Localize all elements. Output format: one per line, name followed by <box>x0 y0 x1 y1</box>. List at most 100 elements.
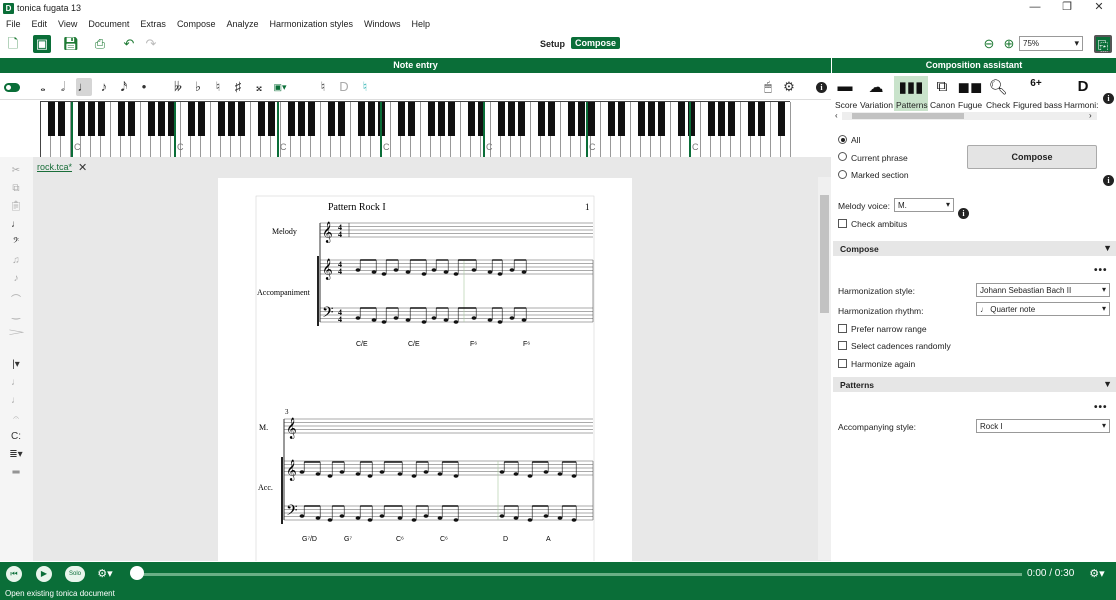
fugue-icon[interactable]: ◼◼ <box>957 78 983 96</box>
harmonization-icon[interactable]: D <box>1070 78 1096 95</box>
black-key[interactable] <box>588 102 595 136</box>
save-icon[interactable]: 💾︎ <box>62 35 80 53</box>
mode-variation-label[interactable]: Variation <box>860 100 893 110</box>
minimize-button[interactable]: — <box>1020 0 1050 17</box>
black-key[interactable] <box>298 102 305 136</box>
prefer-narrow-range-checkbox[interactable] <box>838 324 847 333</box>
patterns-section-header[interactable]: Patterns <box>833 377 1116 392</box>
patterns-icon[interactable]: ▮▮▮ <box>898 78 924 96</box>
scroll-right-icon[interactable]: › <box>1089 111 1092 120</box>
barline-icon[interactable]: |▾ <box>9 359 23 373</box>
scope-marked-section-radio[interactable] <box>838 170 847 179</box>
playback-position-handle[interactable] <box>130 566 144 580</box>
close-window-button[interactable]: ✕ <box>1084 0 1114 17</box>
menu-help[interactable]: Help <box>412 19 431 29</box>
black-key[interactable] <box>238 102 245 136</box>
mode-score-label[interactable]: Score <box>835 100 857 110</box>
document-tab[interactable]: rock.tca* <box>37 162 72 172</box>
beam-icon[interactable]: ♫ <box>9 255 23 269</box>
select-cadences-randomly-checkbox[interactable] <box>838 341 847 350</box>
slur-icon[interactable]: ⌒ <box>9 291 23 306</box>
assistant-toggle-icon[interactable]: ⎘ <box>1094 35 1112 53</box>
black-key[interactable] <box>518 102 525 136</box>
black-key[interactable] <box>468 102 475 136</box>
zoom-in-icon[interactable]: ⊕ <box>1000 35 1018 53</box>
black-key[interactable] <box>198 102 205 136</box>
black-key[interactable] <box>748 102 755 136</box>
canon-icon[interactable]: ⧉ <box>929 78 955 95</box>
patterns-more-icon[interactable]: ••• <box>1094 402 1108 413</box>
black-key[interactable] <box>708 102 715 136</box>
rewind-icon[interactable]: ⏮ <box>6 566 22 582</box>
black-key[interactable] <box>778 102 785 136</box>
black-key[interactable] <box>498 102 505 136</box>
harmonize-again-checkbox[interactable] <box>838 359 847 368</box>
double-flat-icon[interactable]: 𝄫 <box>170 78 186 96</box>
black-key[interactable] <box>98 102 105 136</box>
mode-fugue-label[interactable]: Fugue <box>958 100 982 110</box>
black-key[interactable] <box>648 102 655 136</box>
menu-file[interactable]: File <box>6 19 21 29</box>
scope-current-phrase-radio[interactable] <box>838 152 847 161</box>
mouse-icon[interactable]: 🖱︎ <box>760 78 776 96</box>
tie-select-icon[interactable]: ▣▾ <box>272 78 288 96</box>
stem-up-icon[interactable]: ♩ <box>9 377 23 391</box>
melody-voice-info-icon[interactable]: i <box>958 208 969 219</box>
black-key[interactable] <box>88 102 95 136</box>
black-key[interactable] <box>288 102 295 136</box>
piano-keyboard[interactable]: CCCCCCC <box>40 101 791 157</box>
black-key[interactable] <box>658 102 665 136</box>
harmonization-rhythm-select[interactable]: ♩ Quarter note <box>976 302 1110 316</box>
melody-voice-select[interactable]: M. <box>894 198 954 212</box>
playback-track[interactable] <box>137 573 1022 576</box>
black-key[interactable] <box>608 102 615 136</box>
stem-down-icon[interactable]: ♩ <box>9 395 23 409</box>
black-key[interactable] <box>638 102 645 136</box>
mode-canon-label[interactable]: Canon <box>930 100 955 110</box>
black-key[interactable] <box>78 102 85 136</box>
black-key[interactable] <box>218 102 225 136</box>
check-ambitus-checkbox[interactable] <box>838 219 847 228</box>
quarter-note-icon[interactable]: ♩ <box>76 78 92 96</box>
chord-symbol-icon[interactable]: ♮ <box>315 78 331 96</box>
black-key[interactable] <box>718 102 725 136</box>
menu-view[interactable]: View <box>58 19 77 29</box>
black-key[interactable] <box>118 102 125 136</box>
info-icon[interactable]: i <box>816 82 827 93</box>
staff-lines-icon[interactable]: ≣▾ <box>9 449 23 463</box>
black-key[interactable] <box>338 102 345 136</box>
eighth-note-icon[interactable]: ♪ <box>96 78 112 96</box>
undo-icon[interactable]: ↶ <box>120 35 138 53</box>
natural-icon[interactable]: ♮ <box>210 78 226 96</box>
redo-icon[interactable]: ↷ <box>142 35 160 53</box>
black-key[interactable] <box>448 102 455 136</box>
zoom-out-icon[interactable]: ⊖ <box>980 35 998 53</box>
double-sharp-icon[interactable]: 𝄪 <box>251 78 267 96</box>
black-key[interactable] <box>728 102 735 136</box>
clef-icon[interactable]: C: <box>9 431 23 445</box>
variation-icon[interactable]: ☁ <box>863 78 889 96</box>
black-key[interactable] <box>438 102 445 136</box>
document-vertical-scrollbar[interactable] <box>818 177 831 560</box>
sharp-icon[interactable]: ♯ <box>230 78 246 96</box>
measure-lines-icon[interactable]: ═ <box>9 467 23 481</box>
black-key[interactable] <box>678 102 685 136</box>
harmonization-style-select[interactable]: Johann Sebastian Bach II <box>976 283 1110 297</box>
black-key[interactable] <box>398 102 405 136</box>
open-document-icon[interactable]: ▣ <box>33 35 51 53</box>
cut-icon[interactable]: ✂ <box>9 165 23 179</box>
input-toggle-icon[interactable] <box>4 83 20 92</box>
black-key[interactable] <box>128 102 135 136</box>
scope-all-radio[interactable] <box>838 135 847 144</box>
compose-section-header[interactable]: Compose <box>833 241 1116 256</box>
playback-options-icon[interactable]: ⚙▾ <box>97 566 113 582</box>
new-document-icon[interactable]: 🗋 <box>4 35 22 53</box>
menu-windows[interactable]: Windows <box>364 19 401 29</box>
black-key[interactable] <box>148 102 155 136</box>
mode-check-label[interactable]: Check <box>986 100 1010 110</box>
whole-note-icon[interactable]: 𝅝 <box>35 78 51 96</box>
black-key[interactable] <box>228 102 235 136</box>
compose-mode-button[interactable]: Compose <box>571 37 621 49</box>
assistant-info-icon[interactable]: i <box>1103 93 1114 104</box>
menu-analyze[interactable]: Analyze <box>226 19 258 29</box>
